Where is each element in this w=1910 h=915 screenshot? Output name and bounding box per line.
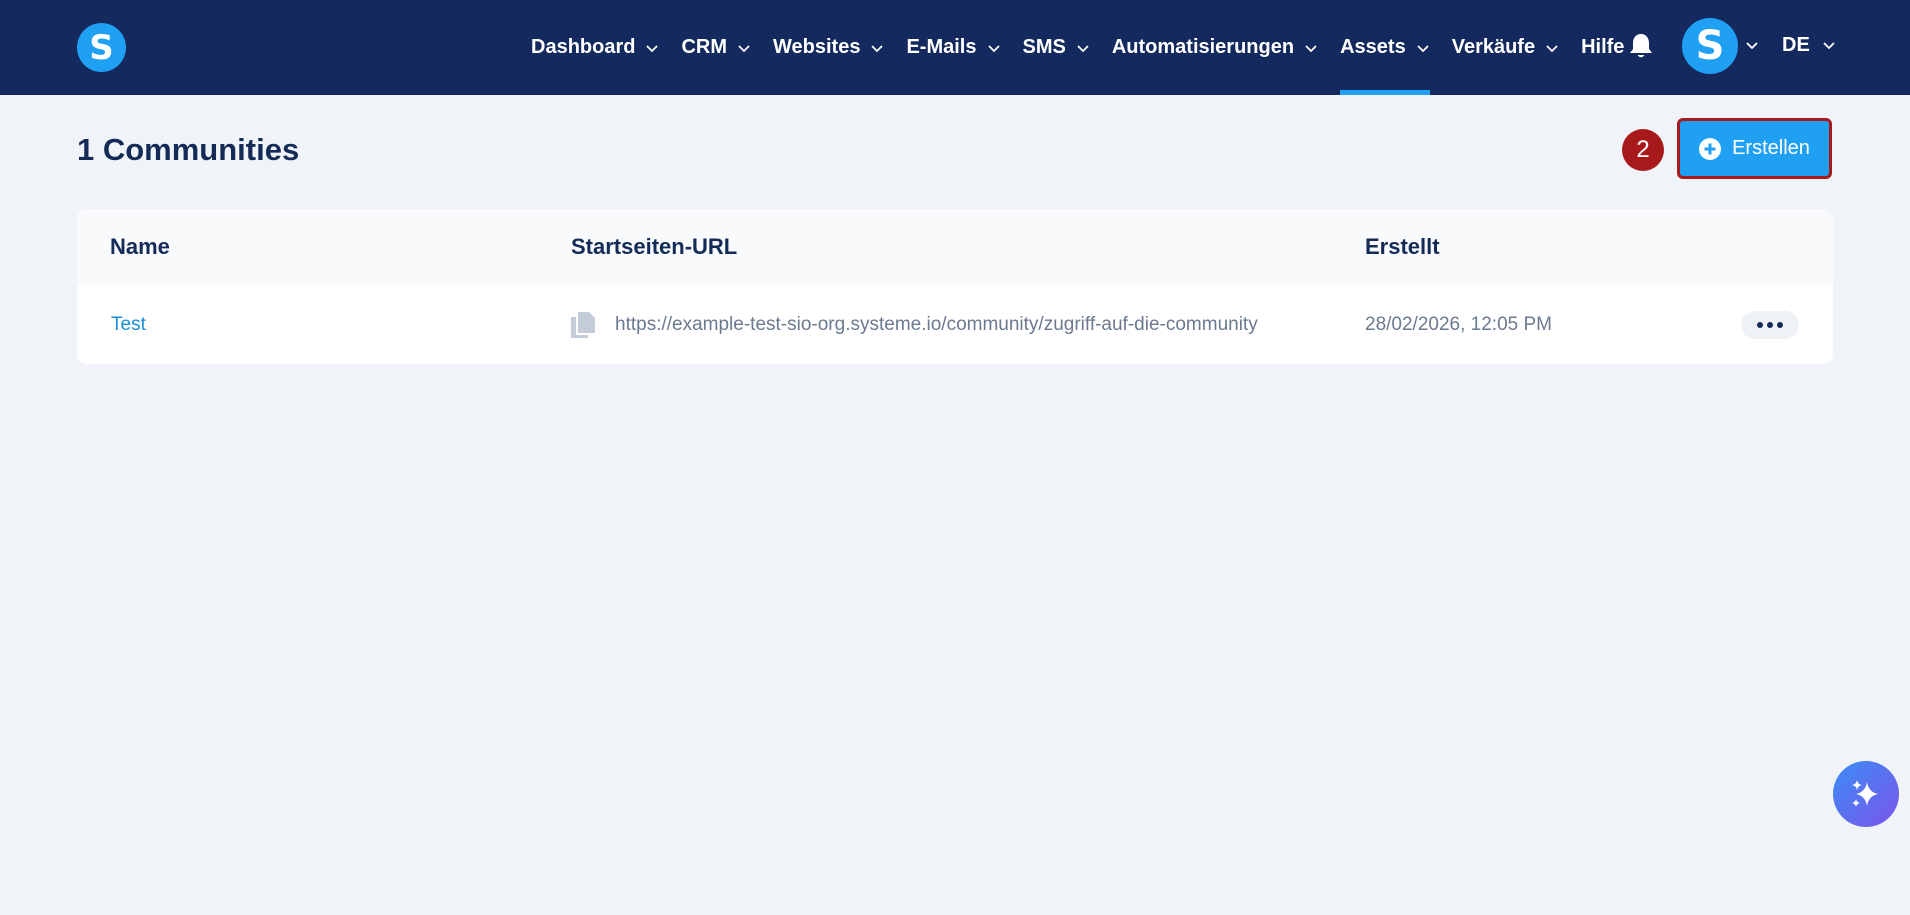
table-row: Test https://example-test-sio-org.system… <box>77 285 1833 364</box>
ai-assistant-button[interactable] <box>1833 761 1899 827</box>
nav-item-automatisierungen[interactable]: Automatisierungen <box>1112 0 1318 95</box>
communities-table: Name Startseiten-URL Erstellt Test https… <box>77 209 1833 364</box>
column-header-url: Startseiten-URL <box>571 234 738 259</box>
chevron-down-icon <box>1305 44 1317 52</box>
nav-item-label: Automatisierungen <box>1111 36 1295 58</box>
nav-item-assets[interactable]: Assets <box>1340 0 1430 95</box>
nav-item-dashboard[interactable]: Dashboard <box>531 0 659 95</box>
nav-item-label: SMS <box>1022 36 1066 58</box>
nav-item-label: Assets <box>1340 36 1406 58</box>
chevron-down-icon[interactable] <box>1745 38 1759 52</box>
nav-item-label: Dashboard <box>531 36 636 58</box>
created-date: 28/02/2026, 12:05 PM <box>1365 313 1552 335</box>
nav-item-label: E-Mails <box>906 36 977 58</box>
nav-item-hilfe[interactable]: Hilfe <box>1581 0 1624 95</box>
bell-icon[interactable] <box>1628 32 1654 60</box>
table-header: Name Startseiten-URL Erstellt <box>77 209 1833 285</box>
copy-icon[interactable] <box>571 311 595 338</box>
column-header-name: Name <box>110 234 170 259</box>
nav-item-label: Verkäufe <box>1451 36 1536 58</box>
plus-circle-icon <box>1699 137 1722 160</box>
nav-item-crm[interactable]: CRM <box>681 0 751 95</box>
nav-item-sms[interactable]: SMS <box>1023 0 1090 95</box>
main-nav: Dashboard CRM Websites E-Mails SMS Autom… <box>531 0 1646 95</box>
chevron-down-icon <box>1417 44 1429 52</box>
homepage-url[interactable]: https://example-test-sio-org.systeme.io/… <box>615 314 1315 336</box>
language-selector[interactable]: DE <box>1782 0 1836 90</box>
page-title: 1 Communities <box>77 132 300 167</box>
create-button[interactable]: Erstellen <box>1677 118 1832 179</box>
chevron-down-icon <box>1823 42 1835 50</box>
step-badge: 2 <box>1622 129 1664 171</box>
chevron-down-icon <box>871 44 884 52</box>
nav-item-emails[interactable]: E-Mails <box>906 0 1000 95</box>
dot-icon <box>1757 322 1763 328</box>
chevron-down-icon <box>1546 44 1558 52</box>
nav-item-verkaufe[interactable]: Verkäufe <box>1452 0 1559 95</box>
chevron-down-icon <box>1077 44 1089 52</box>
nav-item-label: Hilfe <box>1581 36 1625 58</box>
chevron-down-icon <box>987 44 1000 52</box>
url-cell: https://example-test-sio-org.systeme.io/… <box>571 285 1315 364</box>
nav-item-label: Websites <box>773 36 861 58</box>
language-label: DE <box>1782 33 1810 56</box>
more-actions-button[interactable] <box>1741 311 1799 339</box>
user-avatar[interactable]: S <box>1682 18 1738 74</box>
community-name-link[interactable]: Test <box>111 285 146 364</box>
chevron-down-icon <box>646 44 659 52</box>
sparkles-icon <box>1852 780 1878 807</box>
create-button-label: Erstellen <box>1732 137 1810 159</box>
chevron-down-icon <box>738 44 750 52</box>
nav-item-label: CRM <box>681 36 728 58</box>
brand-logo[interactable]: S <box>77 23 126 72</box>
top-navigation-bar: S Dashboard CRM Websites E-Mails SMS Aut… <box>0 0 1910 95</box>
dot-icon <box>1777 322 1783 328</box>
nav-item-websites[interactable]: Websites <box>773 0 884 95</box>
column-header-created: Erstellt <box>1365 234 1440 259</box>
dot-icon <box>1767 322 1773 328</box>
